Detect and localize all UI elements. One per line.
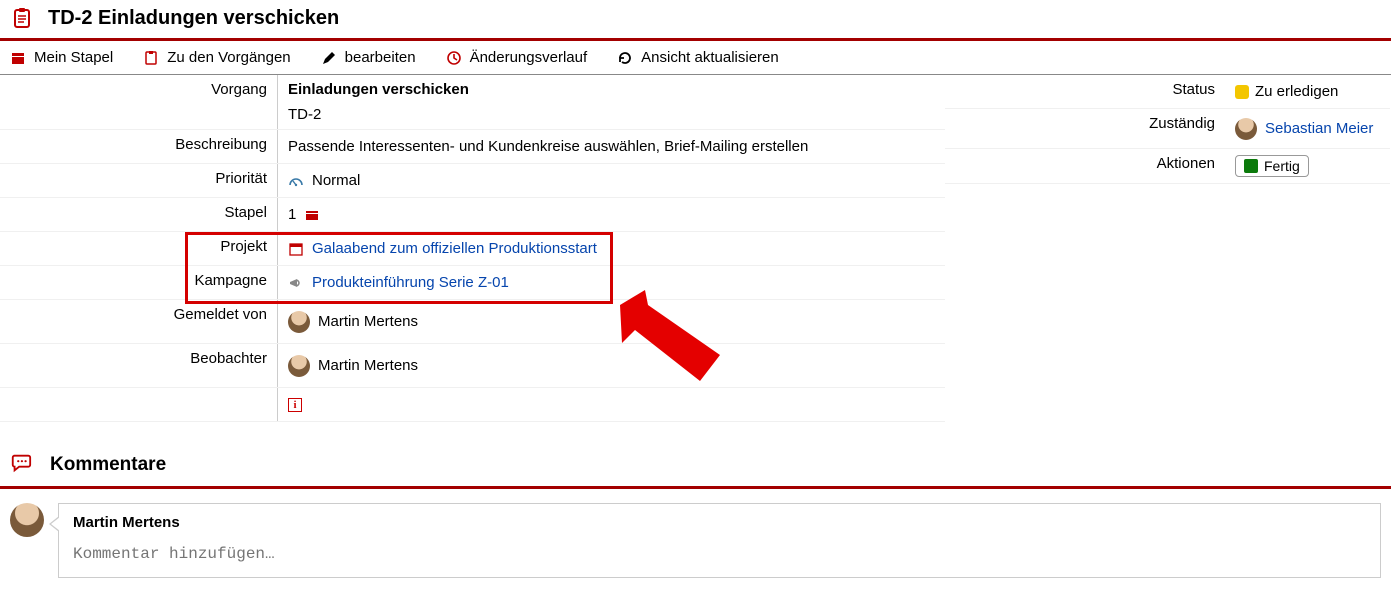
megaphone-icon: [288, 275, 304, 291]
vorgang-key: TD-2: [288, 106, 321, 123]
toolbar-my-stack-label: Mein Stapel: [34, 49, 113, 66]
page-header: TD-2 Einladungen verschicken: [0, 0, 1391, 41]
label-beobachter: Beobachter: [0, 344, 278, 387]
content-area: Vorgang Einladungen verschicken TD-2 Bes…: [0, 75, 1391, 422]
field-vorgang: Vorgang Einladungen verschicken TD-2: [0, 75, 945, 130]
avatar-comment-author: [10, 503, 44, 537]
stack-small-icon: [304, 207, 320, 223]
value-gemeldet: Martin Mertens: [278, 300, 945, 343]
avatar-assignee: [1235, 118, 1257, 140]
label-projekt: Projekt: [0, 232, 278, 265]
toolbar-history-label: Änderungsverlauf: [470, 49, 588, 66]
pencil-icon: [321, 50, 337, 66]
gemeldet-name: Martin Mertens: [318, 313, 418, 330]
label-info-empty: [0, 388, 278, 421]
avatar-reporter: [288, 311, 310, 333]
stapel-count: 1: [288, 206, 296, 223]
label-beschreibung: Beschreibung: [0, 130, 278, 163]
label-zustaendig: Zuständig: [945, 109, 1225, 148]
prioritaet-text: Normal: [312, 172, 360, 189]
toolbar-history[interactable]: Änderungsverlauf: [446, 49, 588, 66]
clipboard-icon: [10, 6, 34, 30]
field-stapel: Stapel 1: [0, 198, 945, 232]
status-text: Zu erledigen: [1255, 83, 1338, 100]
value-vorgang: Einladungen verschicken TD-2: [278, 75, 945, 129]
action-done-button[interactable]: Fertig: [1235, 155, 1309, 177]
beobachter-name: Martin Mertens: [318, 357, 418, 374]
comments-header: Kommentare: [0, 442, 1391, 489]
field-gemeldet: Gemeldet von Martin Mertens: [0, 300, 945, 344]
value-stapel: 1: [278, 198, 945, 231]
vorgang-title: Einladungen verschicken: [288, 81, 469, 98]
comment-input[interactable]: [59, 535, 1380, 577]
label-aktionen: Aktionen: [945, 149, 1225, 183]
field-zustaendig: Zuständig Sebastian Meier: [945, 109, 1390, 149]
label-vorgang: Vorgang: [0, 75, 278, 129]
field-kampagne: Kampagne Produkteinführung Serie Z-01: [0, 266, 945, 300]
value-kampagne: Produkteinführung Serie Z-01: [278, 266, 945, 299]
value-beobachter: Martin Mertens: [278, 344, 945, 387]
stack-icon: [10, 50, 26, 66]
value-info: i: [278, 388, 945, 421]
field-beobachter: Beobachter Martin Mertens: [0, 344, 945, 388]
label-prioritaet: Priorität: [0, 164, 278, 197]
value-prioritaet: Normal: [278, 164, 945, 197]
status-color-icon: [1235, 85, 1249, 99]
status-badge: Zu erledigen: [1235, 83, 1338, 100]
value-projekt: Galaabend zum offiziellen Produktionssta…: [278, 232, 945, 265]
avatar-watcher: [288, 355, 310, 377]
kampagne-link[interactable]: Produkteinführung Serie Z-01: [312, 274, 509, 291]
action-done-label: Fertig: [1264, 158, 1300, 174]
value-beschreibung: Passende Interessenten- und Kundenkreise…: [278, 130, 945, 163]
label-status: Status: [945, 75, 1225, 108]
field-projekt: Projekt Galaabend zum offiziellen Produk…: [0, 232, 945, 266]
clipboard-small-icon: [143, 50, 159, 66]
toolbar-to-tasks-label: Zu den Vorgängen: [167, 49, 290, 66]
zustaendig-link[interactable]: Sebastian Meier: [1265, 120, 1373, 137]
field-aktionen: Aktionen Fertig: [945, 149, 1390, 184]
value-status: Zu erledigen: [1225, 75, 1390, 108]
info-icon[interactable]: i: [288, 398, 302, 412]
calendar-icon: [288, 241, 304, 257]
comment-block: Martin Mertens: [0, 489, 1391, 592]
label-stapel: Stapel: [0, 198, 278, 231]
toolbar-refresh[interactable]: Ansicht aktualisieren: [617, 49, 779, 66]
page-title: TD-2 Einladungen verschicken: [48, 7, 339, 30]
toolbar-edit[interactable]: bearbeiten: [321, 49, 416, 66]
field-beschreibung: Beschreibung Passende Interessenten- und…: [0, 130, 945, 164]
projekt-link[interactable]: Galaabend zum offiziellen Produktionssta…: [312, 240, 597, 257]
field-info: i: [0, 388, 945, 422]
fields-right: Status Zu erledigen Zuständig Sebastian …: [945, 75, 1390, 184]
label-gemeldet: Gemeldet von: [0, 300, 278, 343]
fields-left: Vorgang Einladungen verschicken TD-2 Bes…: [0, 75, 945, 422]
toolbar-to-tasks[interactable]: Zu den Vorgängen: [143, 49, 290, 66]
gauge-icon: [288, 173, 304, 189]
clock-icon: [446, 50, 462, 66]
label-kampagne: Kampagne: [0, 266, 278, 299]
comment-author: Martin Mertens: [59, 504, 1380, 535]
done-color-icon: [1244, 159, 1258, 173]
toolbar: Mein Stapel Zu den Vorgängen bearbeiten …: [0, 41, 1391, 75]
toolbar-edit-label: bearbeiten: [345, 49, 416, 66]
field-prioritaet: Priorität Normal: [0, 164, 945, 198]
comment-body: Martin Mertens: [58, 503, 1381, 578]
toolbar-refresh-label: Ansicht aktualisieren: [641, 49, 779, 66]
field-status: Status Zu erledigen: [945, 75, 1390, 109]
value-zustaendig: Sebastian Meier: [1225, 109, 1390, 148]
value-aktionen: Fertig: [1225, 149, 1390, 183]
toolbar-my-stack[interactable]: Mein Stapel: [10, 49, 113, 66]
comments-icon: [10, 452, 32, 478]
comments-title: Kommentare: [50, 454, 166, 476]
refresh-icon: [617, 50, 633, 66]
